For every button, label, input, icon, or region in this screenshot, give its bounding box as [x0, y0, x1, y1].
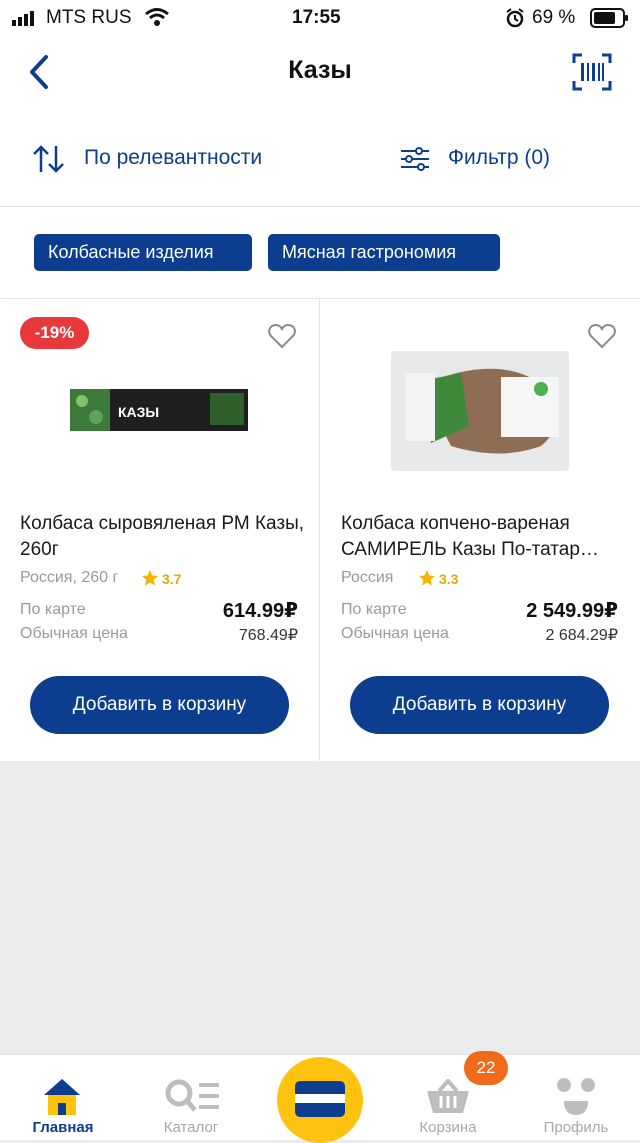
barcode-icon[interactable] — [572, 53, 612, 91]
tab-home[interactable]: Главная — [13, 1073, 113, 1137]
signal-icon — [12, 11, 34, 26]
tab-catalog[interactable]: Каталог — [141, 1073, 241, 1137]
product-name[interactable]: Колбаса копчено-вареная САМИРЕЛЬ Казы По… — [341, 511, 626, 563]
regular-price-label: Обычная цена — [20, 625, 128, 642]
regular-price-label: Обычная цена — [341, 625, 449, 642]
product-origin: Россия — [341, 569, 394, 586]
regular-price: 2 684.29₽ — [545, 627, 618, 644]
profile-face-icon — [557, 1078, 595, 1115]
sort-filter-bar: По релевантности Фильтр (0) — [0, 108, 640, 207]
clock: 17:55 — [292, 7, 341, 28]
chip-sausages[interactable]: Колбасные изделия — [34, 234, 252, 271]
card-price: 614.99₽ — [222, 600, 298, 622]
page-title: Казы — [288, 56, 352, 84]
battery-icon — [590, 8, 628, 28]
discount-badge: -19% — [20, 317, 89, 349]
add-to-cart-button[interactable]: Добавить в корзину — [30, 676, 289, 734]
product-name[interactable]: Колбаса сыровяленая РМ Казы, 260г — [20, 511, 305, 563]
product-rating: 3.7 — [162, 571, 182, 587]
filter-label: Фильтр (0) — [448, 146, 551, 169]
tab-label: Профиль — [543, 1119, 609, 1136]
tab-label: Корзина — [419, 1119, 477, 1136]
tab-profile[interactable]: Профиль — [526, 1073, 626, 1137]
pack-label: КАЗЫ — [118, 404, 159, 420]
tab-label: Каталог — [163, 1119, 219, 1136]
card-icon — [295, 1081, 345, 1117]
product-origin: Россия, 260 г — [20, 569, 119, 586]
card-price: 2 549.99₽ — [526, 600, 618, 622]
battery-percent: 69 % — [532, 7, 576, 28]
sort-button[interactable]: По релевантности — [32, 142, 302, 176]
sort-arrows-icon — [33, 145, 64, 173]
sort-label: По релевантности — [84, 146, 263, 169]
product-card[interactable]: Колбаса копчено-вареная САМИРЕЛЬ Казы По… — [320, 299, 640, 761]
wifi-icon — [145, 8, 169, 26]
basket-icon — [427, 1079, 469, 1113]
loyalty-card-button[interactable] — [277, 1057, 363, 1143]
chip-meat-deli[interactable]: Мясная гастрономия — [268, 234, 500, 271]
add-to-cart-button[interactable]: Добавить в корзину — [350, 676, 609, 734]
star-icon — [142, 570, 158, 586]
home-icon — [44, 1079, 80, 1115]
product-image: КАЗЫ — [70, 389, 248, 431]
tab-bar: Главная Каталог Корзина 22 Профиль — [0, 1051, 640, 1143]
cart-count-badge: 22 — [464, 1051, 508, 1085]
star-icon — [419, 570, 435, 586]
tab-label: Главная — [32, 1119, 94, 1136]
product-card[interactable]: -19% КАЗЫ Колбаса сыровяленая РМ Казы, 2… — [0, 299, 319, 761]
alarm-icon — [506, 8, 524, 28]
catalog-search-icon — [165, 1079, 219, 1112]
card-price-label: По карте — [20, 601, 86, 618]
status-bar: MTS RUS 17:55 69 % — [0, 0, 640, 36]
product-rating: 3.3 — [439, 571, 459, 587]
filter-button[interactable]: Фильтр (0) — [399, 142, 579, 176]
regular-price: 768.49₽ — [238, 627, 298, 644]
heart-icon[interactable] — [588, 323, 616, 349]
nav-bar: Казы — [0, 36, 640, 108]
filter-sliders-icon — [401, 147, 429, 171]
carrier-label: MTS RUS — [46, 7, 132, 28]
product-image — [391, 351, 569, 471]
heart-icon[interactable] — [268, 323, 296, 349]
card-price-label: По карте — [341, 601, 407, 618]
category-chips: Колбасные изделия Мясная гастрономия — [0, 207, 640, 299]
